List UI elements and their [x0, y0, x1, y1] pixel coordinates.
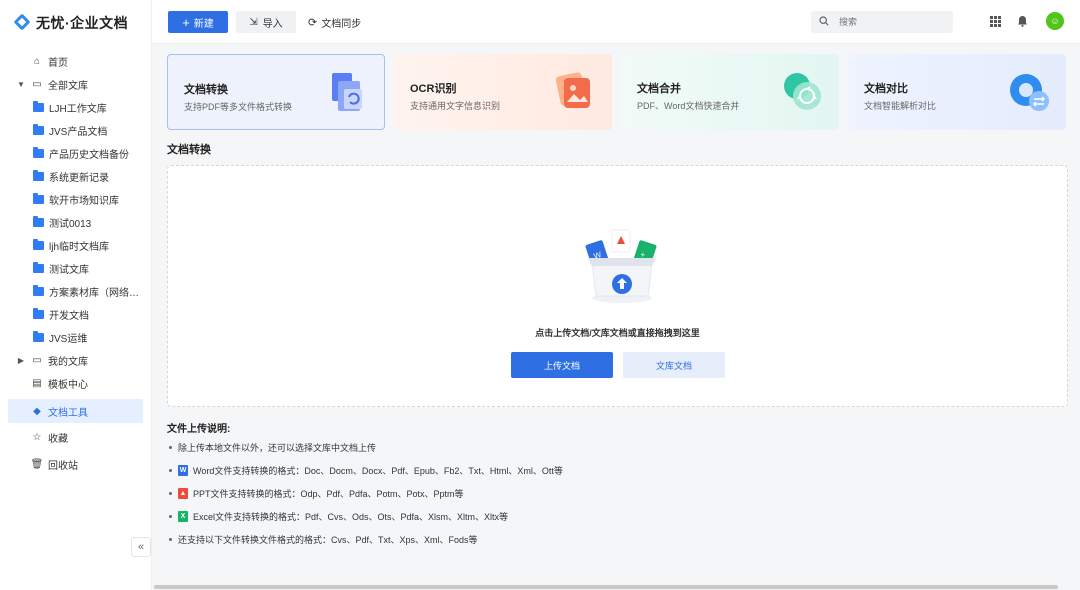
doc-merge-icon — [784, 73, 821, 110]
section-title: 文档转换 — [167, 144, 211, 156]
template-icon: ▤ — [32, 378, 42, 389]
word-file-icon: W — [178, 465, 188, 476]
list-item: ▲ PPT文件支持转换的格式：Odp、Pdf、Pdfa、Potm、Potx、Ppt… — [169, 482, 563, 505]
doc-compare-icon — [1010, 74, 1049, 111]
list-item: W Word文件支持转换的格式：Doc、Docm、Docx、Pdf、Epub、Fb… — [169, 459, 563, 482]
search-icon — [819, 16, 829, 28]
card-doc-merge[interactable]: 文档合并 PDF、Word文档快速合并 — [621, 54, 839, 130]
caret-down-icon[interactable]: ▼ — [16, 80, 26, 89]
bell-icon[interactable] — [1014, 13, 1030, 29]
import-icon: ⇲ — [249, 16, 258, 28]
folder-icon — [33, 147, 44, 158]
excel-file-icon: X — [178, 511, 188, 522]
upload-dropzone[interactable]: W + 点击上传文档/文库文档或直接拖拽到这里 上传文档 文库文档 — [167, 165, 1068, 407]
folder-icon — [33, 193, 44, 204]
tools-icon: ◆ — [33, 405, 41, 417]
sidebar-folder[interactable]: 测试文库 — [0, 257, 151, 280]
folder-icon — [33, 308, 44, 319]
sidebar-folder[interactable]: JVS产品文档 — [0, 119, 151, 142]
logo-icon — [13, 13, 32, 32]
sidebar-item-doc-tools[interactable]: ◆ 文档工具 — [8, 399, 143, 423]
search-input[interactable] — [839, 17, 949, 27]
sidebar-folder[interactable]: LJH工作文库 — [0, 96, 151, 119]
home-icon: ⌂ — [33, 56, 41, 67]
search-box[interactable] — [811, 11, 953, 33]
apps-grid-icon[interactable] — [987, 13, 1003, 29]
sidebar-folder[interactable]: 开发文档 — [0, 303, 151, 326]
sync-icon: ⟳ — [308, 16, 318, 29]
sidebar-item-my-library[interactable]: ▶ ▭ 我的文库 — [0, 349, 151, 372]
sidebar-folder[interactable]: 软开市场知识库 — [0, 188, 151, 211]
folder-icon — [33, 262, 44, 273]
card-doc-compare[interactable]: 文档对比 文档智能解析对比 — [848, 54, 1066, 130]
trash-icon: 🗑︎ — [30, 459, 44, 470]
sidebar-item-favorites[interactable]: ☆ 收藏 — [0, 426, 151, 449]
collapse-sidebar-button[interactable]: « — [131, 537, 151, 557]
folder-icon — [33, 216, 44, 227]
star-icon: ☆ — [32, 432, 42, 443]
folder-outline-icon: ▭ — [32, 79, 42, 90]
sidebar-item-all-library[interactable]: ▼ ▭ 全部文库 — [0, 73, 151, 96]
sidebar-folder[interactable]: JVS运维 — [0, 326, 151, 349]
tool-cards: 文档转换 支持PDF等多文件格式转换 OCR识别 支持通用文字信息识别 文档合并… — [167, 54, 1066, 130]
sidebar-folder[interactable]: ljh临时文档库 — [0, 234, 151, 257]
doc-convert-icon — [332, 73, 362, 111]
sidebar-item-home[interactable]: ⌂ 首页 — [0, 50, 151, 73]
folder-icon — [33, 101, 44, 112]
upload-notes-list: 除上传本地文件以外，还可以选择文库中文档上传 W Word文件支持转换的格式：Do… — [169, 436, 563, 551]
upload-button[interactable]: 上传文档 — [511, 352, 613, 378]
new-button[interactable]: + 新建 — [168, 11, 228, 33]
sync-button[interactable]: ⟳ 文档同步 — [308, 11, 361, 33]
folder-icon — [33, 170, 44, 181]
user-avatar-icon: ☺ — [1050, 16, 1060, 26]
card-ocr[interactable]: OCR识别 支持通用文字信息识别 — [394, 54, 612, 130]
sidebar-folder[interactable]: 产品历史文档备份 — [0, 142, 151, 165]
upload-notes-title: 文件上传说明: — [167, 424, 231, 435]
sidebar-folder[interactable]: 测试0013 — [0, 211, 151, 234]
top-header: + 新建 ⇲ 导入 ⟳ 文档同步 ☺ — [152, 0, 1080, 44]
sidebar-nav: ⌂ 首页 ▼ ▭ 全部文库 LJH工作文库 JVS产品文档 产品历史文档备份 系… — [0, 46, 151, 476]
list-item: 还支持以下文件转换文件格式的格式：Cvs、Pdf、Txt、Xps、Xml、Fod… — [169, 528, 563, 551]
horizontal-scrollbar[interactable] — [154, 585, 1058, 589]
sidebar-folder[interactable]: 方案素材库（网络收… — [0, 280, 151, 303]
folder-outline-icon: ▭ — [32, 355, 42, 366]
folder-icon — [33, 239, 44, 250]
upload-box-illustration: W + — [585, 229, 657, 303]
folder-icon — [33, 331, 44, 342]
ocr-image-icon — [555, 72, 590, 108]
import-button[interactable]: ⇲ 导入 — [236, 11, 296, 33]
drop-instructions: 点击上传文档/文库文档或直接拖拽到这里 — [535, 328, 700, 338]
sidebar-item-recycle[interactable]: 🗑︎ 回收站 — [0, 453, 151, 476]
avatar[interactable]: ☺ — [1046, 12, 1064, 30]
plus-icon: + — [182, 14, 190, 30]
caret-right-icon[interactable]: ▶ — [16, 356, 26, 365]
list-item: 除上传本地文件以外，还可以选择文库中文档上传 — [169, 436, 563, 459]
folder-icon — [33, 285, 44, 296]
logo-text: 无忧·企业文档 — [36, 15, 129, 31]
card-doc-convert[interactable]: 文档转换 支持PDF等多文件格式转换 — [167, 54, 385, 130]
list-item: X Excel文件支持转换的格式：Pdf、Cvs、Ods、Ots、Pdfa、Xls… — [169, 505, 563, 528]
library-doc-button[interactable]: 文库文档 — [623, 352, 725, 378]
pdf-ppt-file-icon: ▲ — [178, 488, 188, 499]
sidebar-folder[interactable]: 系统更新记录 — [0, 165, 151, 188]
sidebar: 无忧·企业文档 ⌂ 首页 ▼ ▭ 全部文库 LJH工作文库 JVS产品文档 产品… — [0, 0, 152, 590]
logo[interactable]: 无忧·企业文档 — [0, 0, 151, 46]
folder-icon — [33, 124, 44, 135]
sidebar-item-template-center[interactable]: ▤ 模板中心 — [0, 372, 151, 395]
